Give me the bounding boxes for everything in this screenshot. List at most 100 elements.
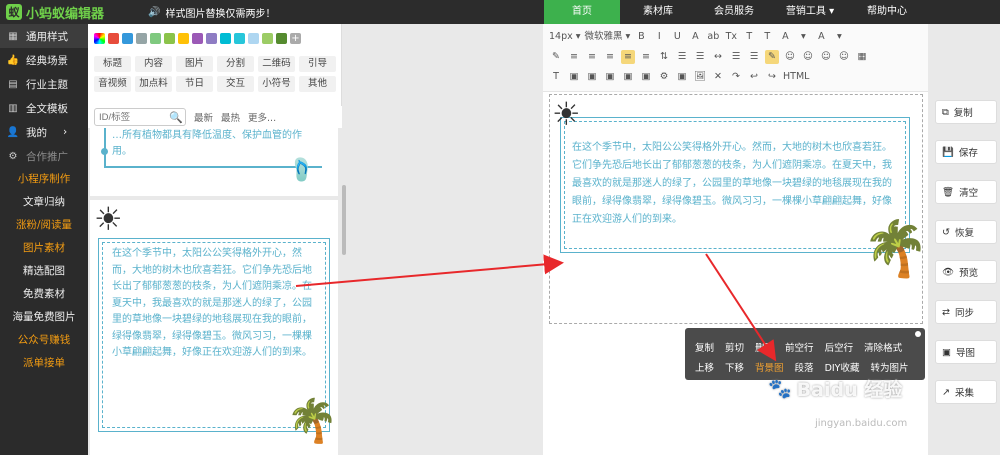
category-tab[interactable]: 二维码 (258, 56, 295, 72)
search-input[interactable] (99, 111, 169, 123)
sidebar-link[interactable]: 派单接单 (0, 352, 88, 375)
category-tab[interactable]: 内容 (135, 56, 172, 72)
context-menu-item[interactable]: 段落 (795, 360, 814, 374)
toolbar-button[interactable]: ☺ (837, 50, 851, 64)
category-tab[interactable]: 图片 (176, 56, 213, 72)
color-swatch[interactable] (234, 33, 245, 44)
nav-item[interactable]: 素材库 (620, 0, 696, 24)
sort-hot[interactable]: 最热 (221, 110, 240, 124)
toolbar-button[interactable]: ☺ (783, 50, 797, 64)
toolbar-button[interactable]: ▣ (675, 70, 689, 84)
toolbar-button[interactable]: Tx (724, 30, 738, 44)
toolbar-button[interactable]: A (778, 30, 792, 44)
nav-item[interactable]: 会员服务 (696, 0, 772, 24)
sidebar-link[interactable]: 涨粉/阅读量 (0, 214, 88, 237)
toolbar-button[interactable]: ↩ (747, 70, 761, 84)
context-menu-item[interactable]: 转为图片 (870, 360, 908, 374)
toolbar-button[interactable]: ≡ (585, 50, 599, 64)
toolbar-button[interactable]: ▣ (585, 70, 599, 84)
color-swatch[interactable] (248, 33, 259, 44)
toolbar-button[interactable]: ≡ (603, 50, 617, 64)
toolbar-button[interactable]: ▣ (603, 70, 617, 84)
template-card-summer[interactable]: ☀ 在这个季节中，太阳公公笑得格外开心，然而，大地的树木也欣喜若狂。它们争先恐后… (90, 200, 338, 455)
toolbar-button[interactable]: B (634, 30, 648, 44)
nav-item[interactable]: 营销工具 ▾ (772, 0, 848, 24)
toolbar-button[interactable]: ✎ (765, 50, 779, 64)
rainbow-color-icon[interactable] (94, 33, 105, 44)
notice-bar[interactable]: 🔊 样式图片替换仅需两步！ (148, 5, 275, 20)
context-menu-item[interactable]: 背景图 (755, 360, 784, 374)
tool-export-image-button[interactable]: ▣ 导图 (935, 340, 997, 364)
toolbar-button[interactable]: ☰ (747, 50, 761, 64)
template-preview-list[interactable]: …所有植物都具有降低温度、保护血管的作用。 🩴 ☀ 在这个季节中，太阳公公笑得格… (88, 128, 342, 455)
toolbar-button[interactable]: T (760, 30, 774, 44)
toolbar-button[interactable]: ▣ (639, 70, 653, 84)
color-swatch[interactable] (276, 33, 287, 44)
category-tab[interactable]: 音视频 (94, 76, 131, 92)
toolbar-button[interactable]: T (742, 30, 756, 44)
tool-restore-button[interactable]: ↺ 恢复 (935, 220, 997, 244)
category-tab[interactable]: 其他 (299, 76, 336, 92)
color-swatch[interactable] (220, 33, 231, 44)
toolbar-button[interactable]: 微软雅黑 ▾ (585, 30, 631, 44)
context-menu-item[interactable]: 后空行 (825, 340, 854, 354)
tool-copy-button[interactable]: ⧉ 复制 (935, 100, 997, 124)
toolbar-button[interactable]: 14px ▾ (549, 30, 581, 44)
toolbar-button[interactable]: ≡ (639, 50, 653, 64)
preview-scrollbar[interactable] (342, 185, 346, 255)
tool-sync-button[interactable]: ⇄ 同步 (935, 300, 997, 324)
toolbar-button[interactable]: ✕ (711, 70, 725, 84)
sort-more[interactable]: 更多... (248, 110, 276, 124)
toolbar-button[interactable]: ▣ (567, 70, 581, 84)
toolbar-button[interactable]: ▦ (855, 50, 869, 64)
sort-latest[interactable]: 最新 (194, 110, 213, 124)
template-search[interactable]: 🔍 (94, 108, 186, 126)
brand-logo[interactable]: 蚁 小蚂蚁编辑器 (6, 3, 104, 22)
context-menu-item[interactable]: 复制 (695, 340, 714, 354)
context-menu-item[interactable]: 上移 (695, 360, 714, 374)
context-menu-item[interactable]: 下移 (725, 360, 744, 374)
editor-document[interactable]: ☀ 在这个季节中，太阳公公笑得格外开心。然而，大地的树木也欣喜若狂。它们争先恐后… (549, 94, 929, 324)
category-tab[interactable]: 引导 (299, 56, 336, 72)
toolbar-button[interactable]: U (670, 30, 684, 44)
toolbar-button[interactable]: ☰ (675, 50, 689, 64)
color-swatch[interactable] (262, 33, 273, 44)
toolbar-button[interactable]: HTML (783, 70, 809, 84)
category-tab[interactable]: 标题 (94, 56, 131, 72)
add-color-icon[interactable]: + (290, 33, 301, 44)
tool-eye-button[interactable]: 👁 预览 (935, 260, 997, 284)
toolbar-button[interactable]: ☺ (819, 50, 833, 64)
category-tab[interactable]: 小符号 (258, 76, 295, 92)
toolbar-button[interactable]: ⚙ (657, 70, 671, 84)
toolbar-button[interactable]: ☺ (801, 50, 815, 64)
tool-trash-button[interactable]: 🗑 清空 (935, 180, 997, 204)
context-menu-item[interactable]: 清除格式 (864, 340, 902, 354)
sidebar-link[interactable]: 公众号赚钱 (0, 329, 88, 352)
color-swatch[interactable] (206, 33, 217, 44)
color-swatch[interactable] (150, 33, 161, 44)
toolbar-button[interactable]: ☰ (729, 50, 743, 64)
category-tab[interactable]: 分割 (217, 56, 254, 72)
color-swatch[interactable] (164, 33, 175, 44)
sidebar-link[interactable]: 图片素材 (0, 237, 88, 260)
toolbar-button[interactable]: ▾ (796, 30, 810, 44)
toolbar-button[interactable]: ↔ (711, 50, 725, 64)
tool-save-button[interactable]: 💾 保存 (935, 140, 997, 164)
toolbar-button[interactable]: ▾ (832, 30, 846, 44)
nav-item[interactable]: 首页 (544, 0, 620, 24)
color-swatch[interactable] (108, 33, 119, 44)
color-swatch[interactable] (122, 33, 133, 44)
toolbar-button[interactable]: ↷ (729, 70, 743, 84)
toolbar-button[interactable]: ≡ (621, 50, 635, 64)
template-card[interactable]: …所有植物都具有降低温度、保护血管的作用。 🩴 (90, 128, 338, 196)
toolbar-button[interactable]: ≡ (567, 50, 581, 64)
sidebar-item[interactable]: ▥ 全文模板 (0, 96, 88, 120)
category-tab[interactable]: 交互 (217, 76, 254, 92)
toolbar-button[interactable]: ✎ (549, 50, 563, 64)
context-menu-item[interactable]: 前空行 (785, 340, 814, 354)
sidebar-link[interactable]: 免费素材 (0, 283, 88, 306)
context-menu-item[interactable]: DIY收藏 (825, 360, 860, 374)
category-tab[interactable]: 加点料 (135, 76, 172, 92)
sidebar-link[interactable]: 文章归纳 (0, 191, 88, 214)
toolbar-button[interactable]: ab (706, 30, 720, 44)
